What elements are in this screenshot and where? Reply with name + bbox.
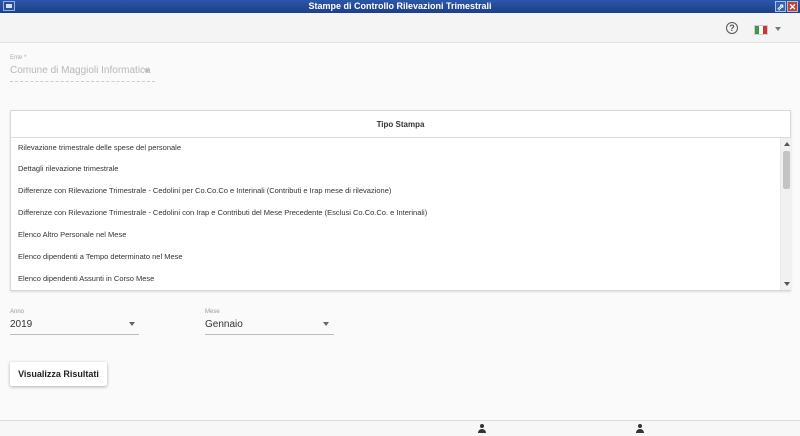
restore-icon[interactable]: ⇗	[775, 1, 786, 12]
mese-label: Mese	[205, 309, 220, 315]
table-header: Tipo Stampa	[11, 111, 790, 138]
table-row[interactable]: Elenco dipendenti a Tempo determinato ne…	[11, 246, 779, 268]
help-icon[interactable]: ?	[726, 22, 738, 34]
visualizza-risultati-button[interactable]: Visualizza Risultati	[10, 362, 107, 386]
table-row[interactable]: Rilevazione trimestrale delle spese del …	[11, 138, 779, 158]
table-row[interactable]: Differenze con Rilevazione Trimestrale -…	[11, 202, 779, 224]
mese-underline	[205, 334, 334, 335]
table-row[interactable]: Dettagli rilevazione trimestrale	[11, 158, 779, 180]
tipo-stampa-table: Tipo Stampa Rilevazione trimestrale dell…	[10, 110, 791, 291]
table-scrollbar[interactable]	[780, 138, 791, 290]
mese-chevron-down-icon[interactable]	[323, 322, 329, 326]
results-header	[0, 420, 800, 436]
anno-chevron-down-icon[interactable]	[129, 322, 135, 326]
app-icon	[3, 1, 15, 11]
user-icon	[478, 424, 486, 433]
scroll-up-icon[interactable]	[784, 142, 790, 146]
window-title: Stampe di Controllo Rilevazioni Trimestr…	[308, 1, 492, 11]
scroll-down-icon[interactable]	[784, 282, 790, 286]
app-window: Stampe di Controllo Rilevazioni Trimestr…	[0, 0, 800, 436]
mese-select[interactable]: Gennaio	[205, 319, 243, 330]
anno-select[interactable]: 2019	[10, 319, 32, 330]
scroll-thumb[interactable]	[783, 151, 790, 189]
table-body: Rilevazione trimestrale delle spese del …	[11, 138, 779, 290]
anno-label: Anno	[10, 309, 25, 315]
top-toolbar: ?	[0, 13, 800, 43]
ente-underline	[10, 81, 155, 82]
anno-underline	[10, 334, 139, 335]
chevron-down-icon[interactable]	[775, 27, 781, 31]
title-bar: Stampe di Controllo Rilevazioni Trimestr…	[0, 0, 800, 13]
table-row[interactable]: Elenco dipendenti Assunti in Corso Mese	[11, 268, 779, 290]
table-row[interactable]: Differenze con Rilevazione Trimestrale -…	[11, 180, 779, 202]
italian-flag-icon[interactable]	[754, 25, 768, 35]
user-icon	[636, 424, 644, 433]
ente-select[interactable]: Comune di Maggioli Informatica	[10, 65, 151, 76]
ente-label: Ente *	[10, 55, 27, 61]
table-row[interactable]: Elenco Altro Personale nel Mese	[11, 224, 779, 246]
ente-chevron-down-icon[interactable]	[144, 69, 150, 73]
close-icon[interactable]: ✕	[787, 1, 798, 12]
